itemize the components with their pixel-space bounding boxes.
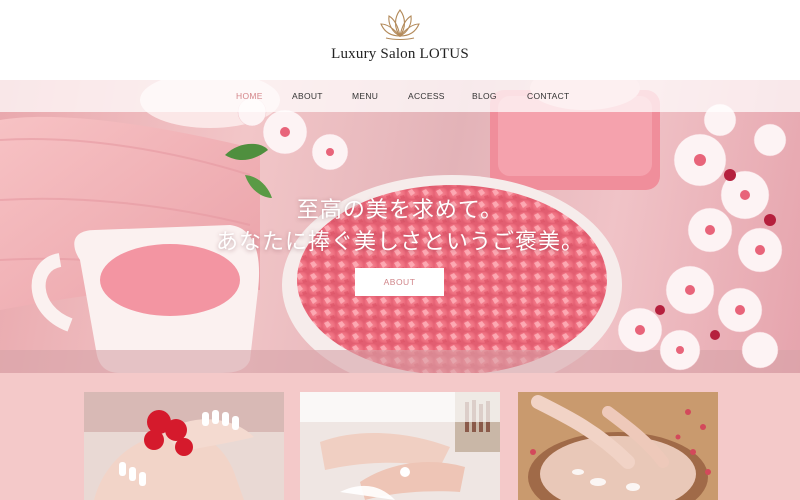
gallery-image-hand-spa[interactable]	[518, 392, 718, 500]
nav-access[interactable]: ACCESS	[408, 91, 445, 101]
nav-menu[interactable]: MENU	[352, 91, 378, 101]
nav-about[interactable]: ABOUT	[292, 91, 323, 101]
hero-headline-line1: 至高の美を求めて。	[296, 198, 504, 223]
site-header: Luxury Salon LOTUS	[0, 0, 800, 80]
manicure-treatment-image	[300, 392, 500, 500]
main-nav: HOME ABOUT MENU ACCESS BLOG CONTACT	[0, 80, 800, 112]
hand-spa-bowl-image	[518, 392, 718, 500]
nav-blog[interactable]: BLOG	[472, 91, 497, 101]
nav-contact[interactable]: CONTACT	[527, 91, 570, 101]
lotus-flower-icon	[380, 9, 420, 41]
gallery-image-hands-roses[interactable]	[84, 392, 284, 500]
nav-home[interactable]: HOME	[236, 91, 263, 101]
hero-about-button[interactable]: ABOUT	[355, 268, 444, 296]
gallery-section	[0, 373, 800, 500]
hero-headline-line2: あなたに捧ぐ美しさというご褒美。	[215, 230, 584, 255]
gallery-image-manicure[interactable]	[300, 392, 500, 500]
site-title[interactable]: Luxury Salon LOTUS	[0, 46, 800, 63]
hands-with-rose-petals-image	[84, 392, 284, 500]
